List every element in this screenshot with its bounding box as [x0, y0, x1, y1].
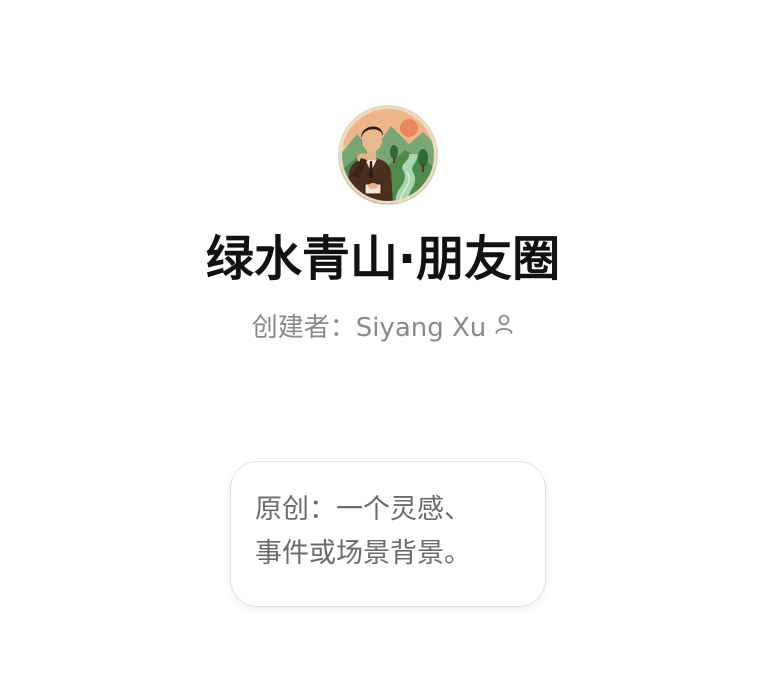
- creator-line: 创建者：Siyang Xu: [0, 310, 766, 346]
- creator-name[interactable]: Siyang Xu: [356, 313, 487, 343]
- creator-label: 创建者：: [251, 313, 356, 343]
- bot-avatar: [339, 106, 437, 204]
- person-icon: [494, 309, 514, 345]
- prompt-suggestion-card[interactable]: 原创：一个灵感、 事件或场景背景。: [230, 461, 546, 607]
- prompt-line-2: 事件或场景背景。: [255, 538, 471, 569]
- avatar-illustration: [339, 106, 437, 204]
- bot-title: 绿水青山·朋友圈: [205, 231, 561, 287]
- prompt-line-1: 原创：一个灵感、: [255, 494, 471, 525]
